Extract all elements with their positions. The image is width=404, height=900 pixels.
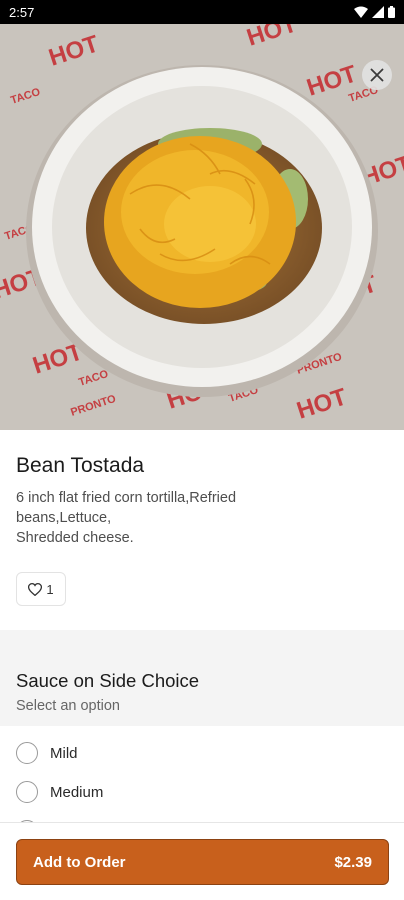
item-info: Bean Tostada 6 inch flat fried corn tort… (0, 430, 404, 630)
heart-icon (28, 582, 43, 596)
add-to-order-label: Add to Order (33, 853, 126, 871)
status-icons (354, 6, 395, 18)
item-title: Bean Tostada (16, 454, 145, 477)
option-group-subtitle: Select an option (16, 698, 120, 714)
option-medium[interactable]: Medium (16, 779, 103, 805)
like-count: 1 (46, 581, 54, 597)
signal-icon (372, 6, 384, 18)
option-group-header: Sauce on Side Choice Select an option (0, 664, 404, 726)
dish-photo-illustration: HOT TACO HOT TACO HOT TACO PRONTO HOT HO… (0, 24, 404, 430)
section-divider (0, 630, 404, 664)
option-label: Medium (50, 783, 104, 801)
dish-photo: HOT TACO HOT TACO HOT TACO PRONTO HOT HO… (0, 24, 404, 430)
option-group-title: Sauce on Side Choice (16, 670, 200, 691)
like-button[interactable]: 1 (16, 572, 66, 606)
option-list: Mild Medium (0, 726, 404, 822)
option-mild[interactable]: Mild (16, 740, 78, 766)
close-icon (370, 68, 384, 82)
order-price: $2.39 (334, 853, 372, 871)
add-to-order-button[interactable]: Add to Order $2.39 (16, 839, 389, 885)
item-description: 6 inch flat fried corn tortilla,Refried … (16, 490, 237, 546)
battery-icon (388, 6, 395, 18)
status-time: 2:57 (9, 4, 35, 20)
wifi-icon (354, 6, 368, 18)
close-button[interactable] (362, 60, 392, 90)
order-footer: Add to Order $2.39 (0, 822, 404, 900)
status-bar: 2:57 (0, 0, 404, 24)
radio-button[interactable] (16, 742, 38, 764)
option-label: Mild (50, 744, 78, 762)
radio-button[interactable] (16, 781, 38, 803)
